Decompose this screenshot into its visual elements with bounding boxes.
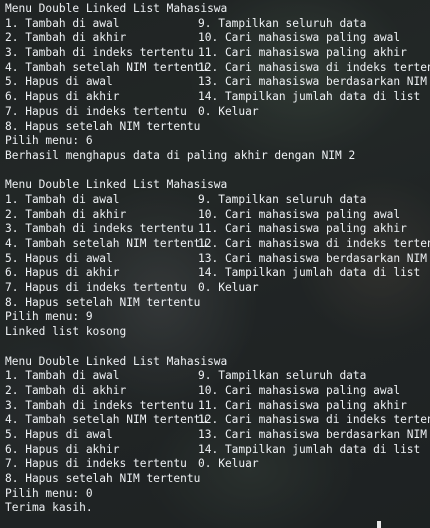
menu-option: 4. Tambah setelah NIM tertentu (5, 60, 208, 74)
menu-row: 2. Tambah di akhir 10. Cari mahasiswa pal… (5, 384, 429, 399)
menu-row: 7. Hapus di indeks tertentu 0. Keluar (5, 281, 429, 296)
menu-option: 5. Hapus di awal (5, 251, 113, 265)
menu-option: 9. Tampilkan seluruh data (198, 369, 367, 383)
menu-row: 3. Tambah di indeks tertentu 11. Cari mah… (5, 399, 429, 414)
menu-row: 8. Hapus setelah NIM tertentu (5, 296, 429, 311)
menu-row: 6. Hapus di akhir 14. Tampilkan jumlah da… (5, 266, 429, 281)
menu-option: 13. Cari mahasiswa berdasarkan NIM (198, 427, 428, 441)
menu-row: 5. Hapus di awal 13. Cari mahasiswa berda… (5, 75, 429, 90)
menu-row: 3. Tambah di indeks tertentu 11. Cari mah… (5, 222, 429, 237)
menu-title: Menu Double Linked List Mahasiswa (5, 354, 228, 368)
menu-option: 10. Cari mahasiswa paling awal (198, 207, 401, 221)
menu-option: 1. Tambah di awal (5, 16, 120, 30)
menu-option: 6. Hapus di akhir (5, 90, 120, 104)
menu-option: 8. Hapus setelah NIM tertentu (5, 295, 201, 309)
menu-option: 1. Tambah di awal (5, 192, 120, 206)
menu-option: 5. Hapus di awal (5, 427, 113, 441)
menu-option: 11. Cari mahasiswa paling akhir (198, 46, 407, 60)
terminal-output: Menu Double Linked List Mahasiswa 1. Tam… (5, 2, 430, 517)
menu-option: 7. Hapus di indeks tertentu (5, 281, 187, 295)
menu-option: 12. Cari mahasiswa di indeks tertentu (198, 413, 430, 427)
menu-title: Menu Double Linked List Mahasiswa (5, 178, 228, 192)
menu-option: 8. Hapus setelah NIM tertentu (5, 119, 201, 133)
menu-option: 14. Tampilkan jumlah data di list (198, 90, 421, 104)
menu-option: 4. Tambah setelah NIM tertentu (5, 237, 208, 250)
menu-block-1: Menu Double Linked List Mahasiswa 1. Tam… (5, 2, 430, 179)
menu-row: 2. Tambah di akhir 10. Cari mahasiswa pal… (5, 31, 429, 46)
menu-row: 3. Tambah di indeks tertentu 11. Cari mah… (5, 46, 429, 61)
menu-row: 7. Hapus di indeks tertentu 0. Keluar (5, 457, 429, 472)
menu-option: 4. Tambah setelah NIM tertentu (5, 413, 208, 427)
menu-option: 14. Tampilkan jumlah data di list (198, 266, 421, 280)
menu-option: 2. Tambah di akhir (5, 31, 127, 45)
result-message: Terima kasih. (5, 501, 93, 515)
menu-row: 8. Hapus setelah NIM tertentu (5, 120, 429, 135)
menu-option: 3. Tambah di indeks tertentu (5, 398, 194, 412)
menu-row: 4. Tambah setelah NIM tertentu 12. Cari m… (5, 413, 430, 428)
menu-option: 12. Cari mahasiswa di indeks tertentu (198, 237, 430, 250)
menu-row: 4. Tambah setelah NIM tertentu 12. Cari m… (5, 237, 430, 252)
menu-option: 14. Tampilkan jumlah data di list (198, 442, 421, 456)
menu-option: 2. Tambah di akhir (5, 207, 127, 221)
menu-option: 2. Tambah di akhir (5, 383, 127, 397)
menu-option: 10. Cari mahasiswa paling awal (198, 383, 401, 397)
menu-option: 6. Hapus di akhir (5, 266, 120, 280)
menu-option: 11. Cari mahasiswa paling akhir (198, 222, 407, 236)
menu-option: 6. Hapus di akhir (5, 442, 120, 456)
result-message: Berhasil menghapus data di paling akhir … (5, 148, 356, 162)
menu-title: Menu Double Linked List Mahasiswa (5, 2, 228, 15)
menu-option: 7. Hapus di indeks tertentu (5, 457, 187, 471)
menu-block-2: Menu Double Linked List Mahasiswa 1. Tam… (5, 178, 430, 355)
menu-row: 1. Tambah di awal 9. Tampilkan seluruh da… (5, 369, 429, 384)
menu-row: 5. Hapus di awal 13. Cari mahasiswa berda… (5, 252, 429, 267)
menu-option: 12. Cari mahasiswa di indeks tertentu (198, 60, 430, 74)
terminal-cursor (377, 521, 381, 528)
menu-option: 7. Hapus di indeks tertentu (5, 104, 187, 118)
menu-option: 10. Cari mahasiswa paling awal (198, 31, 401, 45)
menu-option: 11. Cari mahasiswa paling akhir (198, 398, 407, 412)
menu-row: 1. Tambah di awal 9. Tampilkan seluruh da… (5, 17, 429, 32)
input-prompt: Pilih menu: 9 (5, 310, 93, 324)
menu-option: 0. Keluar (198, 281, 259, 295)
menu-block-3: Menu Double Linked List Mahasiswa 1. Tam… (5, 354, 430, 517)
menu-row: 7. Hapus di indeks tertentu 0. Keluar (5, 105, 429, 120)
menu-option: 1. Tambah di awal (5, 369, 120, 383)
menu-option: 5. Hapus di awal (5, 75, 113, 89)
menu-option: 9. Tampilkan seluruh data (198, 192, 367, 206)
menu-row: 6. Hapus di akhir 14. Tampilkan jumlah da… (5, 443, 429, 458)
menu-option: 0. Keluar (198, 104, 259, 118)
input-prompt: Pilih menu: 0 (5, 486, 93, 500)
menu-option: 13. Cari mahasiswa berdasarkan NIM (198, 75, 428, 89)
menu-option: 3. Tambah di indeks tertentu (5, 222, 194, 236)
menu-option: 8. Hapus setelah NIM tertentu (5, 472, 201, 485)
terminal-window[interactable]: Menu Double Linked List Mahasiswa 1. Tam… (0, 0, 430, 528)
menu-row: 8. Hapus setelah NIM tertentu (5, 472, 429, 487)
input-prompt: Pilih menu: 6 (5, 134, 93, 148)
menu-option: 3. Tambah di indeks tertentu (5, 46, 194, 60)
menu-option: 13. Cari mahasiswa berdasarkan NIM (198, 251, 428, 265)
menu-row: 5. Hapus di awal 13. Cari mahasiswa berda… (5, 428, 429, 443)
menu-option: 9. Tampilkan seluruh data (198, 16, 367, 30)
menu-row: 4. Tambah setelah NIM tertentu 12. Cari m… (5, 60, 430, 76)
menu-row: 1. Tambah di awal 9. Tampilkan seluruh da… (5, 193, 429, 208)
menu-row: 2. Tambah di akhir 10. Cari mahasiswa pal… (5, 208, 429, 223)
menu-option: 0. Keluar (198, 457, 259, 471)
menu-row: 6. Hapus di akhir 14. Tampilkan jumlah da… (5, 90, 429, 105)
result-message: Linked list kosong (5, 325, 127, 339)
